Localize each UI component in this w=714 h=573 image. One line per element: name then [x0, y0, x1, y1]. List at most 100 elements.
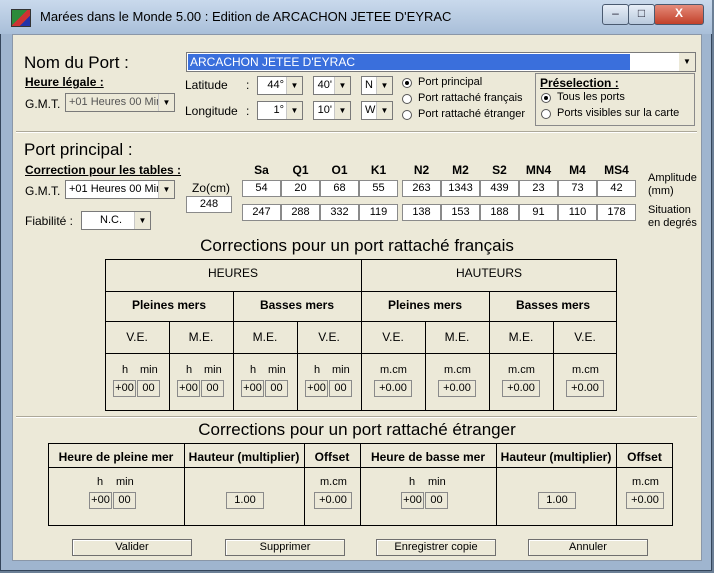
fr-hours-input-1[interactable]: +00 [177, 380, 200, 397]
fr-min-input-1[interactable]: 00 [201, 380, 224, 397]
fr-height-input-6[interactable]: +0.00 [502, 380, 540, 397]
etr-basse-h-label: h [409, 476, 416, 488]
amplitude-unit-label: (mm) [648, 185, 674, 197]
chevron-down-icon[interactable]: ▼ [286, 77, 302, 94]
phase-input-4[interactable]: 138 [402, 204, 441, 221]
heure-basse-mer-header: Heure de basse mer [370, 450, 486, 464]
maximize-button[interactable]: □ [628, 4, 655, 25]
close-button[interactable]: X [654, 4, 704, 25]
chevron-down-icon[interactable]: ▼ [376, 102, 392, 119]
fiabilite-combo[interactable]: N.C. ▼ [81, 211, 151, 230]
hauteurs-header: HAUTEURS [455, 266, 522, 280]
amplitude-label: Amplitude [648, 172, 697, 184]
radio-port-rattache-etranger[interactable] [402, 110, 412, 120]
amplitude-input-6[interactable]: 439 [480, 180, 519, 197]
etr-basse-mult-input[interactable]: 1.00 [538, 492, 576, 509]
fr-height-input-5[interactable]: +0.00 [438, 380, 476, 397]
constituent-header-8: M4 [569, 163, 586, 177]
fiabilite-value: N.C. [100, 214, 122, 226]
port-rattache-etranger-option[interactable]: Port rattaché étranger [418, 108, 525, 120]
fr-min-input-2[interactable]: 00 [265, 380, 288, 397]
heures-pleines-header: Pleines mers [131, 298, 207, 312]
port-name-combo[interactable]: ARCACHON JETEE D'EYRAC ▼ [186, 52, 696, 72]
phase-input-0[interactable]: 247 [242, 204, 281, 221]
annuler-button[interactable]: Annuler [528, 539, 648, 556]
radio-port-rattache-francais[interactable] [402, 94, 412, 104]
lon-min-combo[interactable]: 10' ▼ [313, 101, 351, 120]
etr-pleine-min-input[interactable]: 00 [113, 492, 136, 509]
constituent-header-3: K1 [370, 163, 387, 177]
situation-label: Situation [648, 204, 691, 216]
etr-basse-offset-input[interactable]: +0.00 [626, 492, 664, 509]
phase-input-1[interactable]: 288 [281, 204, 320, 221]
constituent-header-7: MN4 [525, 163, 552, 177]
phase-input-3[interactable]: 119 [359, 204, 398, 221]
lat-hemi-combo[interactable]: N ▼ [361, 76, 393, 95]
amplitude-input-5[interactable]: 1343 [441, 180, 480, 197]
amplitude-input-9[interactable]: 42 [597, 180, 636, 197]
fr-min-input-3[interactable]: 00 [329, 380, 352, 397]
etr-basse-min-input[interactable]: 00 [425, 492, 448, 509]
amplitude-input-4[interactable]: 263 [402, 180, 441, 197]
chevron-down-icon[interactable]: ▼ [334, 102, 350, 119]
amplitude-input-1[interactable]: 20 [281, 180, 320, 197]
principal-gmt-combo[interactable]: +01 Heures 00 Min ▼ [65, 180, 175, 199]
fr-hours-input-0[interactable]: +00 [113, 380, 136, 397]
constituent-header-2: O1 [331, 163, 348, 177]
amplitude-input-2[interactable]: 68 [320, 180, 359, 197]
etr-pleine-mult-input[interactable]: 1.00 [226, 492, 264, 509]
chevron-down-icon[interactable]: ▼ [158, 94, 174, 111]
phase-input-7[interactable]: 91 [519, 204, 558, 221]
offset-header-2: Offset [627, 450, 662, 464]
etr-pleine-hours-input[interactable]: +00 [89, 492, 112, 509]
fr-height-input-7[interactable]: +0.00 [566, 380, 604, 397]
fr-col-header-1: M.E. [188, 330, 214, 344]
fr-min-label-1: min [204, 364, 222, 376]
phase-input-5[interactable]: 153 [441, 204, 480, 221]
fiabilite-label: Fiabilité : [25, 214, 74, 228]
amplitude-input-8[interactable]: 73 [558, 180, 597, 197]
etr-basse-mcm-label: m.cm [632, 476, 659, 488]
port-name-value: ARCACHON JETEE D'EYRAC [188, 54, 630, 70]
etr-pleine-offset-input[interactable]: +0.00 [314, 492, 352, 509]
tous-les-ports-option[interactable]: Tous les ports [557, 91, 625, 103]
ports-visibles-option[interactable]: Ports visibles sur la carte [557, 107, 679, 119]
fr-hours-input-3[interactable]: +00 [305, 380, 328, 397]
radio-tous-les-ports[interactable] [541, 93, 551, 103]
radio-ports-visibles[interactable] [541, 109, 551, 119]
fr-corrections-title: Corrections pour un port rattaché frança… [200, 236, 514, 255]
fr-hours-input-2[interactable]: +00 [241, 380, 264, 397]
valider-button[interactable]: Valider [72, 539, 192, 556]
radio-port-principal[interactable] [402, 78, 412, 88]
fr-col-header-4: V.E. [382, 330, 404, 344]
amplitude-input-0[interactable]: 54 [242, 180, 281, 197]
amplitude-input-3[interactable]: 55 [359, 180, 398, 197]
fr-height-input-4[interactable]: +0.00 [374, 380, 412, 397]
chevron-down-icon[interactable]: ▼ [158, 181, 174, 198]
supprimer-button[interactable]: Supprimer [225, 539, 345, 556]
divider [16, 131, 697, 133]
legal-gmt-combo[interactable]: +01 Heures 00 Min ▼ [65, 93, 175, 112]
lon-hemi-combo[interactable]: W ▼ [361, 101, 393, 120]
lat-min-combo[interactable]: 40' ▼ [313, 76, 351, 95]
etr-basse-hours-input[interactable]: +00 [401, 492, 424, 509]
zo-input[interactable]: 248 [186, 196, 232, 213]
phase-input-8[interactable]: 110 [558, 204, 597, 221]
lat-deg-combo[interactable]: 44° ▼ [257, 76, 303, 95]
enregistrer-copie-button[interactable]: Enregistrer copie [376, 539, 496, 556]
phase-input-6[interactable]: 188 [480, 204, 519, 221]
port-principal-option[interactable]: Port principal [418, 76, 482, 88]
chevron-down-icon[interactable]: ▼ [286, 102, 302, 119]
lon-deg-combo[interactable]: 1° ▼ [257, 101, 303, 120]
port-rattache-francais-option[interactable]: Port rattaché français [418, 92, 523, 104]
amplitude-input-7[interactable]: 23 [519, 180, 558, 197]
chevron-down-icon[interactable]: ▼ [679, 53, 695, 71]
phase-input-2[interactable]: 332 [320, 204, 359, 221]
fr-min-input-0[interactable]: 00 [137, 380, 160, 397]
phase-input-9[interactable]: 178 [597, 204, 636, 221]
chevron-down-icon[interactable]: ▼ [376, 77, 392, 94]
chevron-down-icon[interactable]: ▼ [334, 77, 350, 94]
fr-col-header-2: M.E. [252, 330, 278, 344]
chevron-down-icon[interactable]: ▼ [134, 212, 150, 229]
minimize-button[interactable]: – [602, 4, 629, 25]
